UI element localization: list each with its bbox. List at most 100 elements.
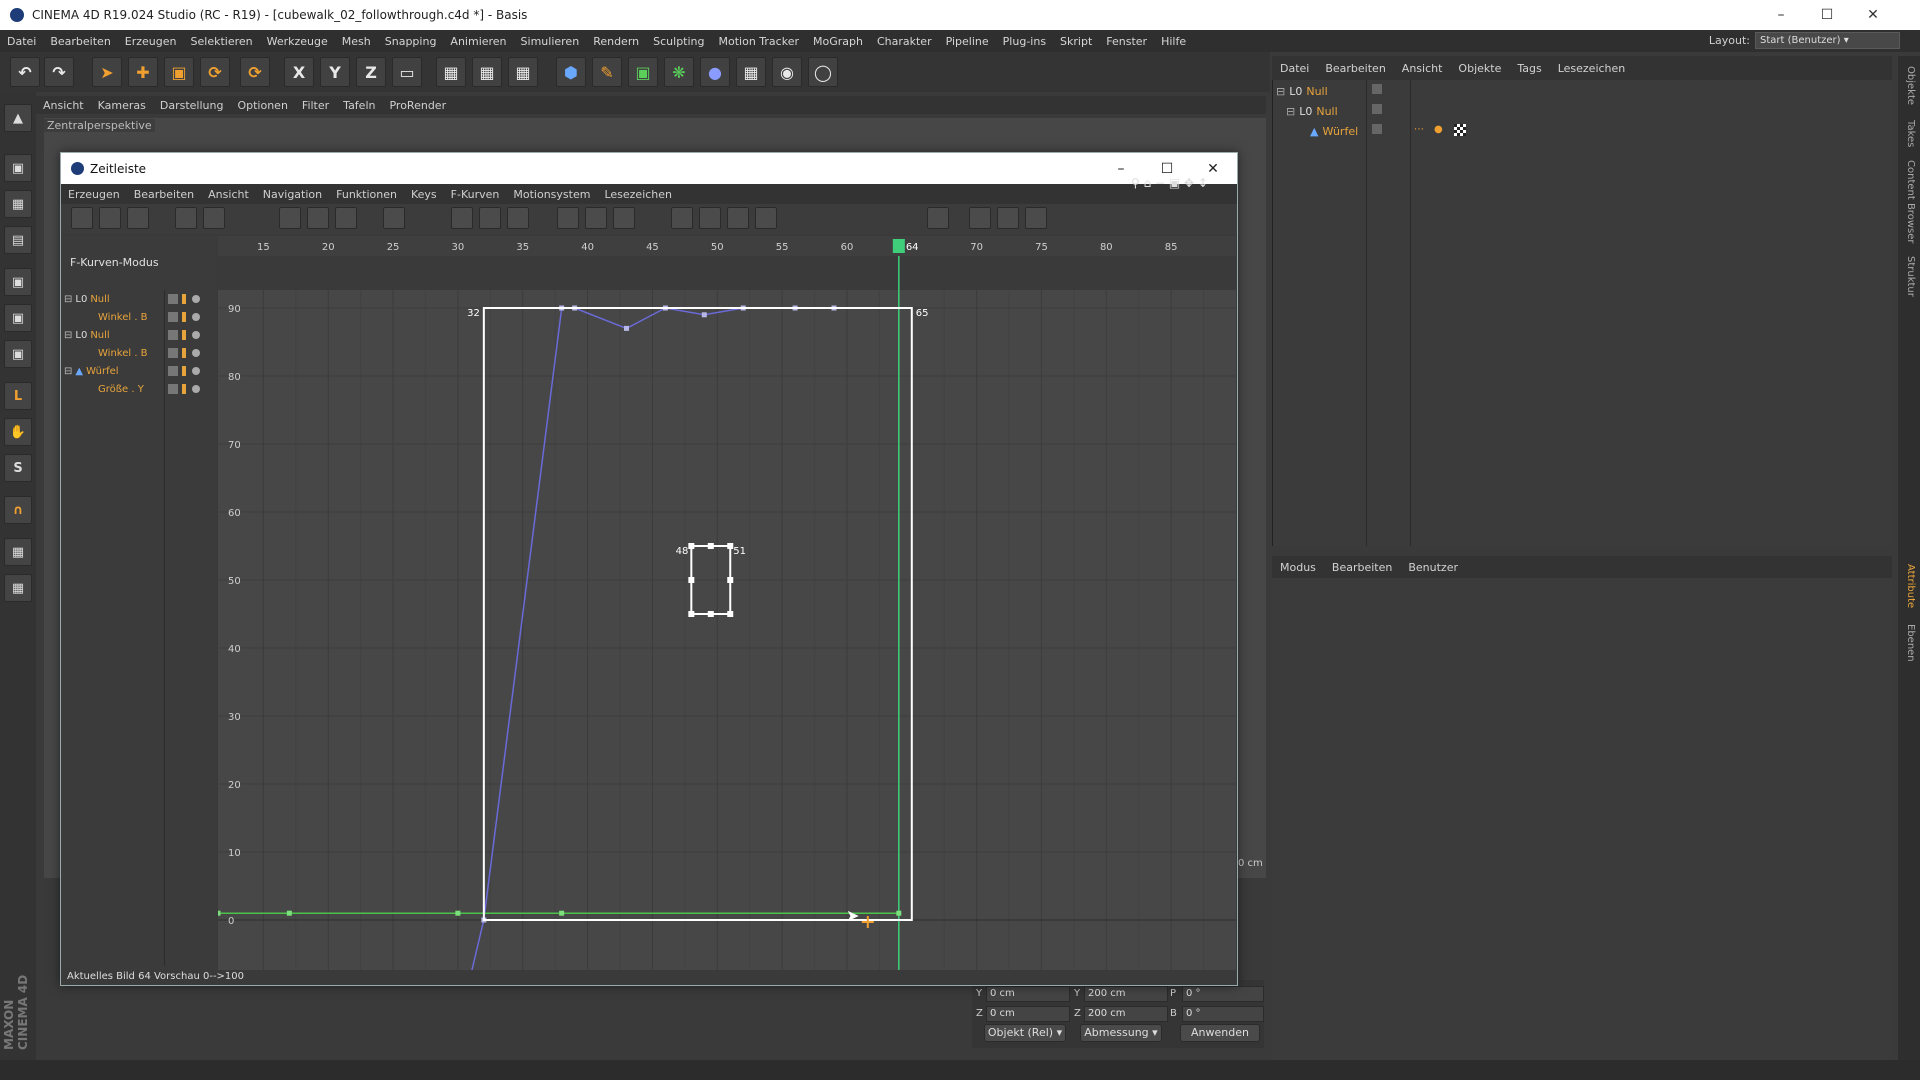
object-manager-panel[interactable]: [1272, 56, 1892, 546]
time-ruler[interactable]: [218, 236, 1236, 256]
tl-menu-lesezeichen[interactable]: Lesezeichen: [597, 188, 679, 201]
track-row-param[interactable]: Größe . Y: [98, 380, 144, 398]
make-editable-button[interactable]: ▲: [4, 104, 32, 132]
subdivision-button[interactable]: ▣: [628, 57, 658, 87]
menu-bearbeiten[interactable]: Bearbeiten: [43, 35, 117, 48]
tl-menu-funktionen[interactable]: Funktionen: [329, 188, 404, 201]
side-tab-content-browser[interactable]: Content Browser: [1900, 160, 1916, 243]
menu-selektieren[interactable]: Selektieren: [184, 35, 260, 48]
ease-out-button[interactable]: [585, 207, 607, 229]
frame-all-button[interactable]: [175, 207, 197, 229]
snap-button[interactable]: S: [4, 454, 32, 482]
track-record-dot[interactable]: [192, 295, 200, 303]
axis-y-button[interactable]: Y: [320, 57, 350, 87]
light-button[interactable]: ◯: [808, 57, 838, 87]
track-edit-toggle[interactable]: [168, 330, 178, 340]
track-solo-toggle[interactable]: [182, 348, 186, 358]
attribute-manager-panel[interactable]: [1272, 578, 1892, 1060]
render-settings-button[interactable]: ▦: [508, 57, 538, 87]
move-tool-button[interactable]: ✚: [128, 57, 158, 87]
coordinate-system-button[interactable]: ▭: [392, 57, 422, 87]
track-record-dot[interactable]: [192, 313, 200, 321]
apply-button[interactable]: Anwenden: [1180, 1024, 1260, 1042]
deformer-button[interactable]: ●: [700, 57, 730, 87]
track-row-param[interactable]: Winkel . B: [98, 308, 148, 326]
tangent-tool-button[interactable]: [671, 207, 693, 229]
menu-fenster[interactable]: Fenster: [1099, 35, 1154, 48]
ease-both-button[interactable]: [613, 207, 635, 229]
menu-snapping[interactable]: Snapping: [378, 35, 444, 48]
side-tab-takes[interactable]: Takes: [1900, 120, 1916, 147]
menu-mograph[interactable]: MoGraph: [806, 35, 870, 48]
points-mode-button[interactable]: ▣: [4, 268, 32, 296]
camera-button[interactable]: ◉: [772, 57, 802, 87]
menu-simulieren[interactable]: Simulieren: [514, 35, 587, 48]
track-solo-toggle[interactable]: [182, 312, 186, 322]
om-menu-lesezeichen[interactable]: Lesezeichen: [1550, 62, 1634, 75]
render-picture-viewer-button[interactable]: ▦: [472, 57, 502, 87]
add-key-button[interactable]: [279, 207, 301, 229]
coord-pos-z-field[interactable]: 0 cm: [986, 1006, 1070, 1022]
om-object-row[interactable]: ⊟ L0 Null: [1286, 102, 1338, 120]
close-button[interactable]: ✕: [1850, 0, 1896, 30]
side-tab-struktur[interactable]: Struktur: [1900, 256, 1916, 297]
menu-datei[interactable]: Datei: [0, 35, 43, 48]
menu-pipeline[interactable]: Pipeline: [939, 35, 996, 48]
track-edit-toggle[interactable]: [168, 294, 178, 304]
interp-step-button[interactable]: [479, 207, 501, 229]
side-tab-ebenen[interactable]: Ebenen: [1900, 624, 1916, 662]
menu-mesh[interactable]: Mesh: [335, 35, 378, 48]
om-object-row[interactable]: ▲ Würfel: [1310, 122, 1358, 140]
cloner-button[interactable]: ❋: [664, 57, 694, 87]
fcurve-canvas[interactable]: [218, 290, 1236, 970]
motion-mode-button[interactable]: [127, 207, 149, 229]
om-menu-datei[interactable]: Datei: [1272, 62, 1317, 75]
lock-tangents-button[interactable]: [927, 207, 949, 229]
track-solo-toggle[interactable]: [182, 384, 186, 394]
floor-button[interactable]: ▦: [736, 57, 766, 87]
coord-size-y-field[interactable]: 200 cm: [1084, 986, 1168, 1002]
minimize-button[interactable]: –: [1758, 0, 1804, 30]
delete-key-button[interactable]: [335, 207, 357, 229]
track-solo-toggle[interactable]: [182, 366, 186, 376]
motion-clip-button[interactable]: [969, 207, 991, 229]
recent-tool-button[interactable]: ⟳: [240, 57, 270, 87]
spline-pen-button[interactable]: ✎: [592, 57, 622, 87]
track-solo-toggle[interactable]: [182, 294, 186, 304]
magnet-button[interactable]: ∩: [4, 496, 32, 524]
track-record-dot[interactable]: [192, 385, 200, 393]
track-edit-toggle[interactable]: [168, 312, 178, 322]
tag-icon[interactable]: ⋯: [1414, 124, 1428, 136]
track-solo-toggle[interactable]: [182, 330, 186, 340]
layout-select[interactable]: Start (Benutzer) ▾: [1755, 32, 1900, 49]
tl-menu-keys[interactable]: Keys: [404, 188, 444, 201]
vp-menu-tafeln[interactable]: Tafeln: [336, 99, 382, 112]
track-record-dot[interactable]: [192, 331, 200, 339]
tweak-mode-button[interactable]: ✋: [4, 418, 32, 446]
side-tab-attribute[interactable]: Attribute: [1900, 564, 1916, 608]
maximize-button[interactable]: ☐: [1804, 0, 1850, 30]
grid-button[interactable]: ▦: [4, 538, 32, 566]
track-record-dot[interactable]: [192, 367, 200, 375]
tl-menu-erzeugen[interactable]: Erzeugen: [61, 188, 127, 201]
track-edit-toggle[interactable]: [168, 366, 178, 376]
menu-werkzeuge[interactable]: Werkzeuge: [260, 35, 335, 48]
visibility-toggle[interactable]: [1372, 124, 1382, 134]
select-tool-button[interactable]: ➤: [92, 57, 122, 87]
menu-animieren[interactable]: Animieren: [443, 35, 513, 48]
menu-skript[interactable]: Skript: [1053, 35, 1099, 48]
vp-menu-prorender[interactable]: ProRender: [382, 99, 453, 112]
scale-tool-button[interactable]: ▣: [164, 57, 194, 87]
track-row-object[interactable]: ⊟ L0 Null: [64, 326, 110, 344]
am-menu-bearbeiten[interactable]: Bearbeiten: [1324, 561, 1400, 574]
om-menu-bearbeiten[interactable]: Bearbeiten: [1317, 62, 1393, 75]
tl-menu-fkurven[interactable]: F-Kurven: [444, 188, 507, 201]
coord-pos-y-field[interactable]: 0 cm: [986, 986, 1070, 1002]
coord-rot-b-field[interactable]: 0 °: [1182, 1006, 1264, 1022]
track-row-param[interactable]: Winkel . B: [98, 344, 148, 362]
am-menu-benutzer[interactable]: Benutzer: [1400, 561, 1466, 574]
fcurve-mode-button[interactable]: [99, 207, 121, 229]
vp-menu-optionen[interactable]: Optionen: [230, 99, 294, 112]
visibility-toggle[interactable]: [1372, 84, 1382, 94]
lock-workplane-button[interactable]: ▦: [4, 574, 32, 602]
